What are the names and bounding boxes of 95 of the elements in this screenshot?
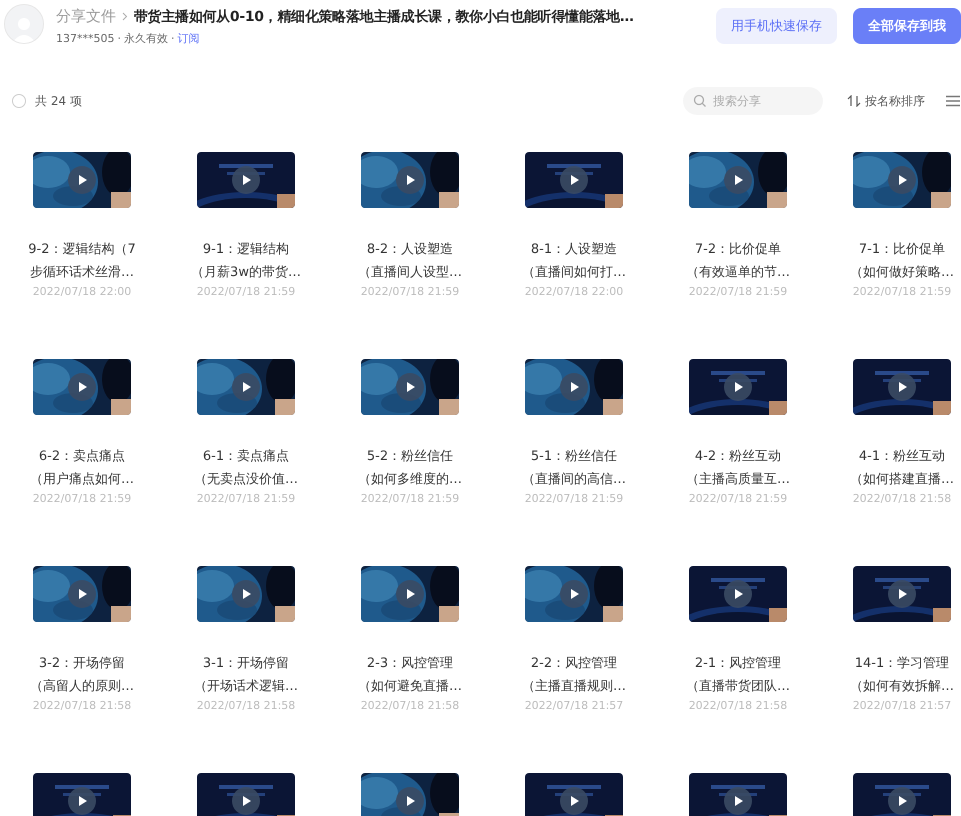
file-title[interactable]: 3-2：开场停留: [38, 652, 126, 675]
file-title[interactable]: （高留人的原则…: [30, 675, 134, 698]
file-date: 2022/07/18 21:59: [196, 492, 296, 505]
validity-text: 永久有效: [124, 31, 168, 46]
file-title[interactable]: （如何有效拆解…: [850, 675, 954, 698]
file-date: 2022/07/18 22:00: [32, 285, 132, 298]
chevron-icon: [122, 12, 128, 21]
file-title[interactable]: （直播带货团队…: [686, 675, 790, 698]
file-title[interactable]: （主播高质量互…: [686, 468, 790, 491]
play-icon: [68, 787, 96, 815]
file-title[interactable]: 6-2：卖点痛点: [38, 445, 126, 468]
share-title: 带货主播如何从0-10，精细化策略落地主播成长课，教你小白也能听得懂能落地…: [134, 8, 634, 26]
item-count: 共 24 项: [35, 92, 83, 110]
play-icon: [724, 373, 752, 401]
play-icon: [396, 787, 424, 815]
file-date: 2022/07/18 21:58: [852, 492, 952, 505]
play-icon: [888, 373, 916, 401]
play-icon: [232, 373, 260, 401]
select-all-radio[interactable]: [12, 94, 26, 108]
play-icon: [724, 166, 752, 194]
file-title[interactable]: （如何避免直播…: [358, 675, 462, 698]
separator-dot: ·: [118, 32, 121, 45]
file-title[interactable]: 9-2：逻辑结构（7: [28, 238, 136, 261]
file-date: 2022/07/18 21:58: [360, 699, 460, 712]
file-date: 2022/07/18 21:59: [524, 492, 624, 505]
play-icon: [560, 580, 588, 608]
play-icon: [888, 580, 916, 608]
file-title[interactable]: 4-1：粉丝互动: [858, 445, 946, 468]
file-date: 2022/07/18 21:57: [852, 699, 952, 712]
avatar: [4, 4, 44, 44]
sort-arrows-icon: [847, 95, 861, 107]
file-title[interactable]: （主播直播规则…: [522, 675, 626, 698]
file-title[interactable]: （如何多维度的…: [358, 468, 462, 491]
file-title[interactable]: （直播间的高信…: [522, 468, 626, 491]
file-date: 2022/07/18 21:57: [524, 699, 624, 712]
play-icon: [888, 787, 916, 815]
file-title[interactable]: （开场话术逻辑…: [194, 675, 298, 698]
sort-button[interactable]: 按名称排序: [847, 92, 925, 110]
file-date: 2022/07/18 21:59: [852, 285, 952, 298]
play-icon: [396, 166, 424, 194]
file-title[interactable]: 5-1：粉丝信任: [530, 445, 618, 468]
file-title[interactable]: （如何做好策略…: [850, 261, 954, 284]
menu-icon[interactable]: [945, 95, 961, 107]
file-title[interactable]: 7-1：比价促单: [858, 238, 946, 261]
file-title[interactable]: （直播间人设型…: [358, 261, 462, 284]
play-icon: [232, 580, 260, 608]
file-title[interactable]: 步循环话术丝滑…: [30, 261, 134, 284]
play-icon: [560, 373, 588, 401]
file-title[interactable]: 8-2：人设塑造: [366, 238, 454, 261]
subscribe-link[interactable]: 订阅: [178, 31, 200, 46]
play-icon: [68, 166, 96, 194]
save-all-button[interactable]: 全部保存到我: [853, 8, 961, 44]
file-date: 2022/07/18 22:00: [524, 285, 624, 298]
search-icon: [693, 94, 707, 108]
file-date: 2022/07/18 21:59: [688, 492, 788, 505]
mobile-save-button[interactable]: 用手机快速保存: [716, 8, 837, 44]
file-date: 2022/07/18 21:58: [32, 699, 132, 712]
file-title[interactable]: 6-1：卖点痛点: [202, 445, 290, 468]
play-icon: [232, 166, 260, 194]
file-date: 2022/07/18 21:59: [360, 492, 460, 505]
play-icon: [560, 787, 588, 815]
file-title[interactable]: （月薪3w的带货…: [191, 261, 301, 284]
play-icon: [396, 580, 424, 608]
file-date: 2022/07/18 21:59: [360, 285, 460, 298]
file-date: 2022/07/18 21:58: [196, 699, 296, 712]
play-icon: [68, 373, 96, 401]
file-title[interactable]: （无卖点没价值…: [194, 468, 298, 491]
file-title[interactable]: 2-1：风控管理: [694, 652, 782, 675]
play-icon: [560, 166, 588, 194]
play-icon: [232, 787, 260, 815]
owner-id: 137***505: [56, 32, 114, 45]
play-icon: [724, 787, 752, 815]
file-title[interactable]: （直播间如何打…: [522, 261, 626, 284]
file-title[interactable]: 4-2：粉丝互动: [694, 445, 782, 468]
file-date: 2022/07/18 21:59: [688, 285, 788, 298]
file-title[interactable]: 7-2：比价促单: [694, 238, 782, 261]
file-title[interactable]: 8-1：人设塑造: [530, 238, 618, 261]
file-title[interactable]: 14-1：学习管理: [854, 652, 950, 675]
file-title[interactable]: （如何搭建直播…: [850, 468, 954, 491]
file-date: 2022/07/18 21:58: [688, 699, 788, 712]
file-title[interactable]: 2-3：风控管理: [366, 652, 454, 675]
play-icon: [888, 166, 916, 194]
file-date: 2022/07/18 21:59: [32, 492, 132, 505]
file-title[interactable]: （用户痛点如何…: [30, 468, 134, 491]
play-icon: [724, 580, 752, 608]
file-date: 2022/07/18 21:59: [196, 285, 296, 298]
file-title[interactable]: （有效逼单的节…: [686, 261, 790, 284]
play-icon: [68, 580, 96, 608]
search-field[interactable]: 搜索分享: [683, 87, 823, 115]
file-title[interactable]: 3-1：开场停留: [202, 652, 290, 675]
play-icon: [396, 373, 424, 401]
file-title[interactable]: 5-2：粉丝信任: [366, 445, 454, 468]
file-title[interactable]: 2-2：风控管理: [530, 652, 618, 675]
separator-dot: ·: [171, 32, 174, 45]
file-title[interactable]: 9-1：逻辑结构: [202, 238, 290, 261]
